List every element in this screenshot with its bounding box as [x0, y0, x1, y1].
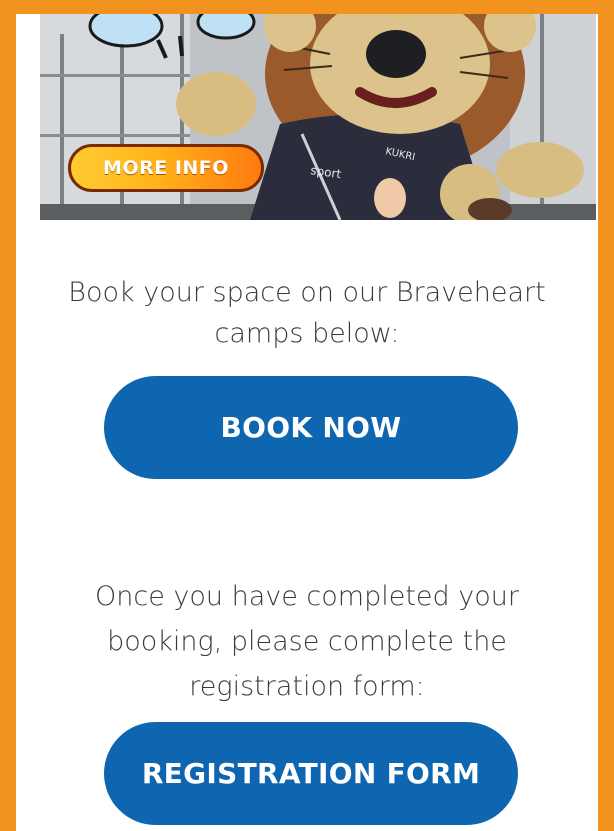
booking-intro-text: Book your space on our Braveheart camps …: [16, 272, 598, 354]
registration-form-button[interactable]: REGISTRATION FORM: [104, 722, 518, 825]
more-info-button[interactable]: MORE INFO: [68, 144, 264, 192]
registration-note-line-3: registration form:: [189, 671, 425, 702]
content-card: sport KUKRI MORE INFO Book your space on…: [16, 14, 598, 831]
booking-intro-line-2: camps below:: [214, 318, 400, 349]
book-now-button[interactable]: BOOK NOW: [104, 376, 518, 479]
registration-note-text: Once you have completed your booking, pl…: [16, 574, 598, 709]
registration-note-line-1: Once you have completed your: [95, 581, 519, 612]
booking-intro-line-1: Book your space on our Braveheart: [68, 277, 546, 308]
hero-mascot-photo: sport KUKRI MORE INFO: [40, 14, 596, 220]
registration-note-line-2: booking, please complete the: [107, 626, 507, 657]
